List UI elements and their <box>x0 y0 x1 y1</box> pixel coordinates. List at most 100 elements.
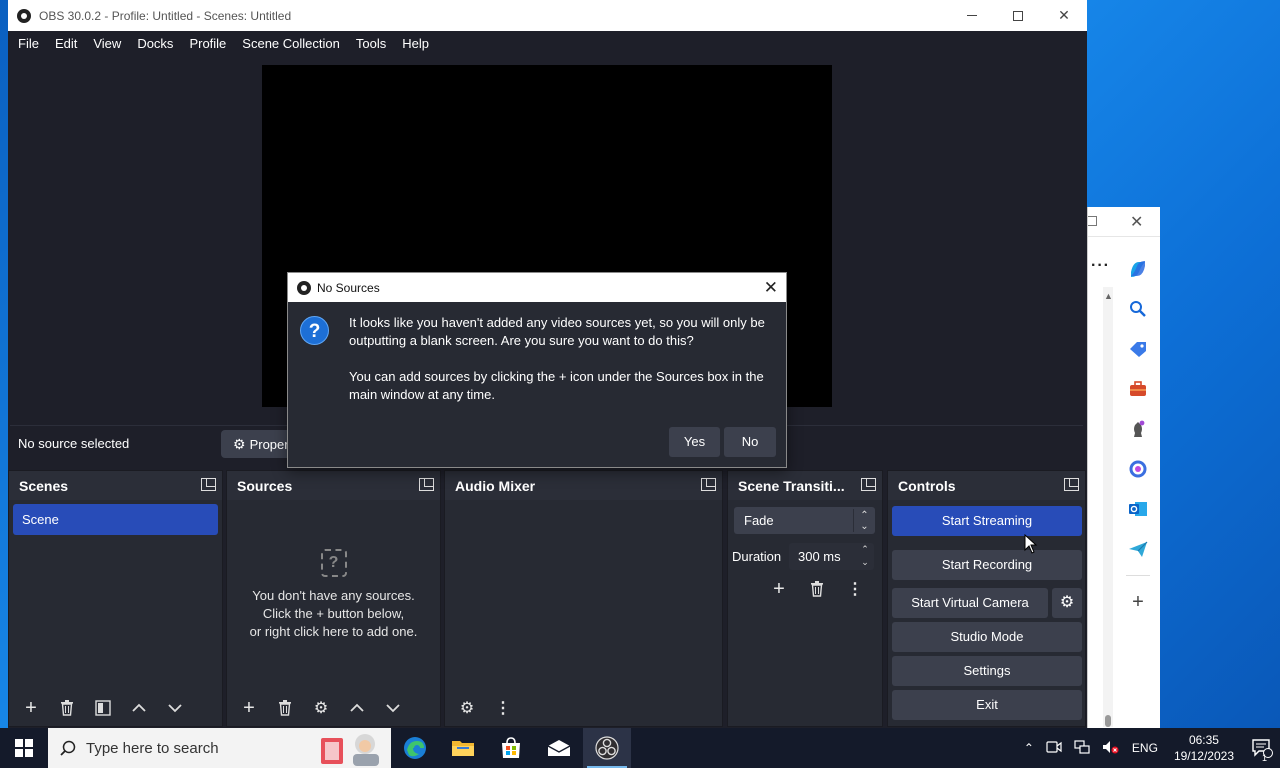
dialog-close-icon[interactable]: ✕ <box>764 278 778 298</box>
chevron-up-icon <box>132 703 146 712</box>
menu-file[interactable]: File <box>10 31 47 56</box>
window-controls: ✕ <box>949 0 1087 31</box>
network-icon[interactable] <box>1068 739 1096 757</box>
close-icon: ✕ <box>1058 7 1070 23</box>
sources-empty-state[interactable]: ? You don't have any sources. Click the … <box>227 549 440 641</box>
spin-arrows-icon[interactable]: ⌃ ⌄ <box>856 543 874 570</box>
move-source-down-button[interactable] <box>375 694 411 722</box>
taskbar: Type here to search ⌃ ENG 06:35 19/12/20… <box>0 728 1280 768</box>
menu-view[interactable]: View <box>85 31 129 56</box>
scroll-up-icon[interactable]: ▲ <box>1104 291 1113 301</box>
edge-scrollbar[interactable]: ▲ <box>1103 287 1113 727</box>
sources-dock: Sources ? You don't have any sources. Cl… <box>226 470 441 727</box>
menu-profile[interactable]: Profile <box>181 31 234 56</box>
transition-select[interactable]: Fade ⌃ ⌄ <box>734 507 875 534</box>
chevron-up-icon <box>350 703 364 712</box>
show-hidden-icons-chevron[interactable]: ⌃ <box>1018 741 1040 755</box>
transition-value: Fade <box>744 513 774 528</box>
scroll-thumb[interactable] <box>1105 715 1111 727</box>
exit-button[interactable]: Exit <box>892 690 1082 720</box>
search-icon[interactable] <box>1124 289 1152 329</box>
audio-toolbar: ⚙ ⋮ <box>445 690 722 726</box>
start-recording-button[interactable]: Start Recording <box>892 550 1082 580</box>
store-bag-icon <box>502 737 520 758</box>
settings-button[interactable]: Settings <box>892 656 1082 686</box>
menu-docks[interactable]: Docks <box>129 31 181 56</box>
menu-edit[interactable]: Edit <box>47 31 85 56</box>
obs-titlebar: OBS 30.0.2 - Profile: Untitled - Scenes:… <box>8 0 1087 31</box>
taskbar-edge[interactable] <box>391 728 439 768</box>
menu-help[interactable]: Help <box>394 31 437 56</box>
duration-label: Duration <box>732 549 782 564</box>
taskbar-file-explorer[interactable] <box>439 728 487 768</box>
close-button[interactable]: ✕ <box>1041 0 1087 31</box>
menu-tools[interactable]: Tools <box>348 31 394 56</box>
dock-header: Sources <box>227 471 440 500</box>
edge-window: ✕ ··· ▲ + <box>1087 207 1160 728</box>
edge-maximize-icon[interactable] <box>1088 216 1097 226</box>
start-virtual-camera-button[interactable]: Start Virtual Camera <box>892 588 1048 618</box>
remove-transition-button[interactable] <box>800 575 834 603</box>
undock-icon[interactable] <box>419 478 434 491</box>
menu-scene-collection[interactable]: Scene Collection <box>234 31 348 56</box>
volume-muted-icon[interactable] <box>1096 740 1126 757</box>
remove-source-button[interactable] <box>267 694 303 722</box>
add-scene-button[interactable]: + <box>13 694 49 722</box>
move-scene-up-button[interactable] <box>121 694 157 722</box>
scene-list-item[interactable]: Scene <box>13 504 218 535</box>
obs-studio-icon <box>595 736 619 760</box>
scene-filters-button[interactable] <box>85 694 121 722</box>
copilot-icon[interactable] <box>1124 249 1152 289</box>
gear-icon: ⚙ <box>1059 594 1075 611</box>
scenes-toolbar: + <box>9 690 222 726</box>
undock-icon[interactable] <box>201 478 216 491</box>
clock[interactable]: 06:35 19/12/2023 <box>1164 732 1244 764</box>
meet-now-icon[interactable] <box>1040 740 1068 757</box>
undock-icon[interactable] <box>1064 478 1079 491</box>
microsoft365-icon[interactable] <box>1124 449 1152 489</box>
yes-button[interactable]: Yes <box>669 427 720 457</box>
start-streaming-button[interactable]: Start Streaming <box>892 506 1082 536</box>
shopping-tag-icon[interactable] <box>1124 329 1152 369</box>
dock-header: Scene Transiti... <box>728 471 882 500</box>
trash-icon <box>279 700 291 716</box>
notifications-button[interactable]: 1 <box>1244 738 1280 763</box>
tools-briefcase-icon[interactable] <box>1124 369 1152 409</box>
windows-logo-icon <box>15 739 33 757</box>
remove-scene-button[interactable] <box>49 694 85 722</box>
maximize-button[interactable] <box>995 0 1041 31</box>
send-telegram-icon[interactable] <box>1124 529 1152 569</box>
start-button[interactable] <box>0 728 48 768</box>
mail-envelope-icon <box>547 740 571 756</box>
add-transition-button[interactable]: + <box>762 575 796 603</box>
add-icon[interactable]: + <box>1124 582 1152 622</box>
taskbar-mail[interactable] <box>535 728 583 768</box>
minimize-button[interactable] <box>949 0 995 31</box>
edge-titlebar: ✕ <box>1088 207 1160 237</box>
taskbar-obs[interactable] <box>583 728 631 768</box>
audio-menu-button[interactable]: ⋮ <box>485 694 521 722</box>
transition-menu-button[interactable]: ⋮ <box>838 575 872 603</box>
window-title: OBS 30.0.2 - Profile: Untitled - Scenes:… <box>39 8 292 23</box>
undock-icon[interactable] <box>701 478 716 491</box>
edge-close-icon[interactable]: ✕ <box>1130 212 1143 232</box>
games-chess-icon[interactable] <box>1124 409 1152 449</box>
dock-header: Controls <box>888 471 1085 500</box>
move-scene-down-button[interactable] <box>157 694 193 722</box>
source-properties-button[interactable]: ⚙ <box>303 694 339 722</box>
outlook-icon[interactable] <box>1124 489 1152 529</box>
duration-spinbox[interactable]: 300 ms ⌃ ⌄ <box>789 543 874 570</box>
add-source-button[interactable]: + <box>231 694 267 722</box>
taskbar-search[interactable]: Type here to search <box>48 728 391 768</box>
studio-mode-button[interactable]: Studio Mode <box>892 622 1082 652</box>
virtual-camera-settings-button[interactable]: ⚙ <box>1052 588 1082 618</box>
no-source-label: No source selected <box>18 436 130 451</box>
no-button[interactable]: No <box>724 427 776 457</box>
gear-icon: ⚙ <box>313 700 329 717</box>
move-source-up-button[interactable] <box>339 694 375 722</box>
more-options-icon[interactable]: ··· <box>1091 257 1110 275</box>
taskbar-store[interactable] <box>487 728 535 768</box>
undock-icon[interactable] <box>861 478 876 491</box>
input-language[interactable]: ENG <box>1126 741 1164 755</box>
advanced-audio-button[interactable]: ⚙ <box>449 694 485 722</box>
